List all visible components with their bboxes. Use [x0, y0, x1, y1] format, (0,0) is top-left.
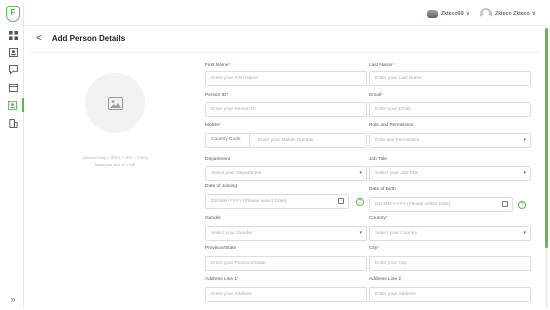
- dashboard-icon[interactable]: [2, 28, 24, 42]
- back-button[interactable]: <: [36, 33, 42, 44]
- role-label: Role and Permission: [369, 123, 414, 128]
- department-label: Department: [205, 157, 231, 162]
- gender-select[interactable]: Select your Gender ▾: [205, 226, 367, 241]
- date-of-joining-label: Date of Joining: [205, 184, 237, 189]
- org-avatar: [427, 9, 439, 18]
- mobile-label: Mobile*: [205, 123, 222, 128]
- calendar-icon[interactable]: [338, 198, 344, 204]
- address-line-1-input[interactable]: Enter your Address: [205, 287, 367, 302]
- first-name-input[interactable]: Enter your First Name: [205, 71, 367, 86]
- chevron-down-icon: ▾: [523, 137, 526, 143]
- top-bar: Zkteco99 ∨ Zkteco Zkteco ∨: [25, 2, 546, 26]
- page-header: < Add Person Details: [36, 30, 125, 46]
- date-of-joining-input[interactable]: DD-MM-YYYY (Please select Date): [205, 194, 349, 209]
- city-input[interactable]: Enter your City: [369, 256, 531, 271]
- person-id-label: Person ID*: [205, 93, 229, 98]
- address-line-2-label: Address Line 2: [369, 277, 401, 282]
- role-placeholder: Role and Permission: [375, 138, 420, 143]
- last-name-input[interactable]: Enter your Last Name: [369, 71, 531, 86]
- gender-label: Gender: [205, 216, 221, 221]
- job-title-label: Job Title: [369, 157, 387, 162]
- date-of-birth-input[interactable]: DD-MM-YYYY (Please select Date): [369, 197, 513, 212]
- department-select[interactable]: Select your Department ▾: [205, 166, 367, 181]
- country-code-select[interactable]: Country Code: [206, 133, 250, 148]
- job-title-select[interactable]: Select your Job Title ▾: [369, 166, 531, 181]
- chevron-down-icon: ▾: [359, 230, 362, 236]
- org-name: Zkteco99: [441, 10, 464, 17]
- help-icon[interactable]: ?: [356, 198, 364, 206]
- calendar-icon[interactable]: [2, 80, 24, 94]
- gender-placeholder: Select your Gender: [211, 231, 253, 236]
- date-of-birth-placeholder: DD-MM-YYYY (Please select Date): [375, 202, 451, 207]
- role-select[interactable]: Role and Permission ▾: [369, 133, 531, 148]
- country-select[interactable]: Select your Country ▾: [369, 226, 531, 241]
- page-title: Add Person Details: [51, 33, 126, 43]
- province-label: Province/State: [205, 246, 237, 251]
- scrollbar-thumb[interactable]: [545, 28, 548, 248]
- org-switcher[interactable]: Zkteco99 ∨: [427, 9, 471, 18]
- user-menu[interactable]: Zkteco Zkteco ∨: [480, 7, 536, 20]
- sidebar: F »: [2, 2, 24, 308]
- message-icon[interactable]: [2, 62, 24, 76]
- first-name-label: First Name*: [205, 63, 231, 68]
- building-icon[interactable]: [2, 116, 24, 130]
- chevron-down-icon: ▾: [523, 230, 526, 236]
- app-logo: F: [6, 6, 20, 22]
- date-of-joining-placeholder: DD-MM-YYYY (Please select Date): [211, 199, 287, 204]
- job-title-placeholder: Select your Job Title: [375, 171, 419, 176]
- person-id-input[interactable]: Enter your Person ID: [205, 102, 367, 117]
- chevron-down-icon: ▾: [359, 170, 362, 176]
- photo-upload[interactable]: [85, 73, 145, 133]
- province-input[interactable]: Enter your Province/State: [205, 256, 367, 271]
- photo-hint-formats: (Allowed only *.JPEG, *.JPG, *.PNG): [82, 155, 148, 160]
- department-placeholder: Select your Department: [211, 171, 262, 176]
- user-name: Zkteco Zkteco: [495, 10, 530, 17]
- person-card-icon[interactable]: [2, 98, 24, 112]
- help-icon[interactable]: ?: [518, 201, 526, 209]
- email-input[interactable]: Enter your Email: [369, 102, 531, 117]
- address-line-2-input[interactable]: Enter your Address: [369, 287, 531, 302]
- chevron-down-icon: ▾: [523, 170, 526, 176]
- email-label: Email*: [369, 93, 383, 98]
- photo-hint-size: Maximum size of 2 MB: [94, 162, 136, 167]
- address-line-1-label: Address Line 1*: [205, 277, 239, 282]
- mobile-placeholder: Enter your Mobile Number: [258, 138, 314, 143]
- country-label: Country*: [369, 216, 388, 221]
- image-icon: [107, 96, 123, 110]
- chevron-down-icon: ∨: [465, 11, 471, 17]
- date-of-birth-label: Date of Birth: [369, 187, 396, 192]
- calendar-icon[interactable]: [502, 201, 508, 207]
- collapse-sidebar-button[interactable]: »: [2, 292, 24, 306]
- user-avatar: [480, 7, 493, 20]
- id-card-icon[interactable]: [2, 45, 24, 59]
- last-name-label: Last Name*: [369, 63, 395, 68]
- country-placeholder: Select your Country: [375, 231, 418, 236]
- form-card: (Allowed only *.JPEG, *.JPG, *.PNG) Maxi…: [30, 52, 540, 308]
- city-label: City*: [369, 246, 380, 251]
- chevron-down-icon: ∨: [531, 11, 536, 17]
